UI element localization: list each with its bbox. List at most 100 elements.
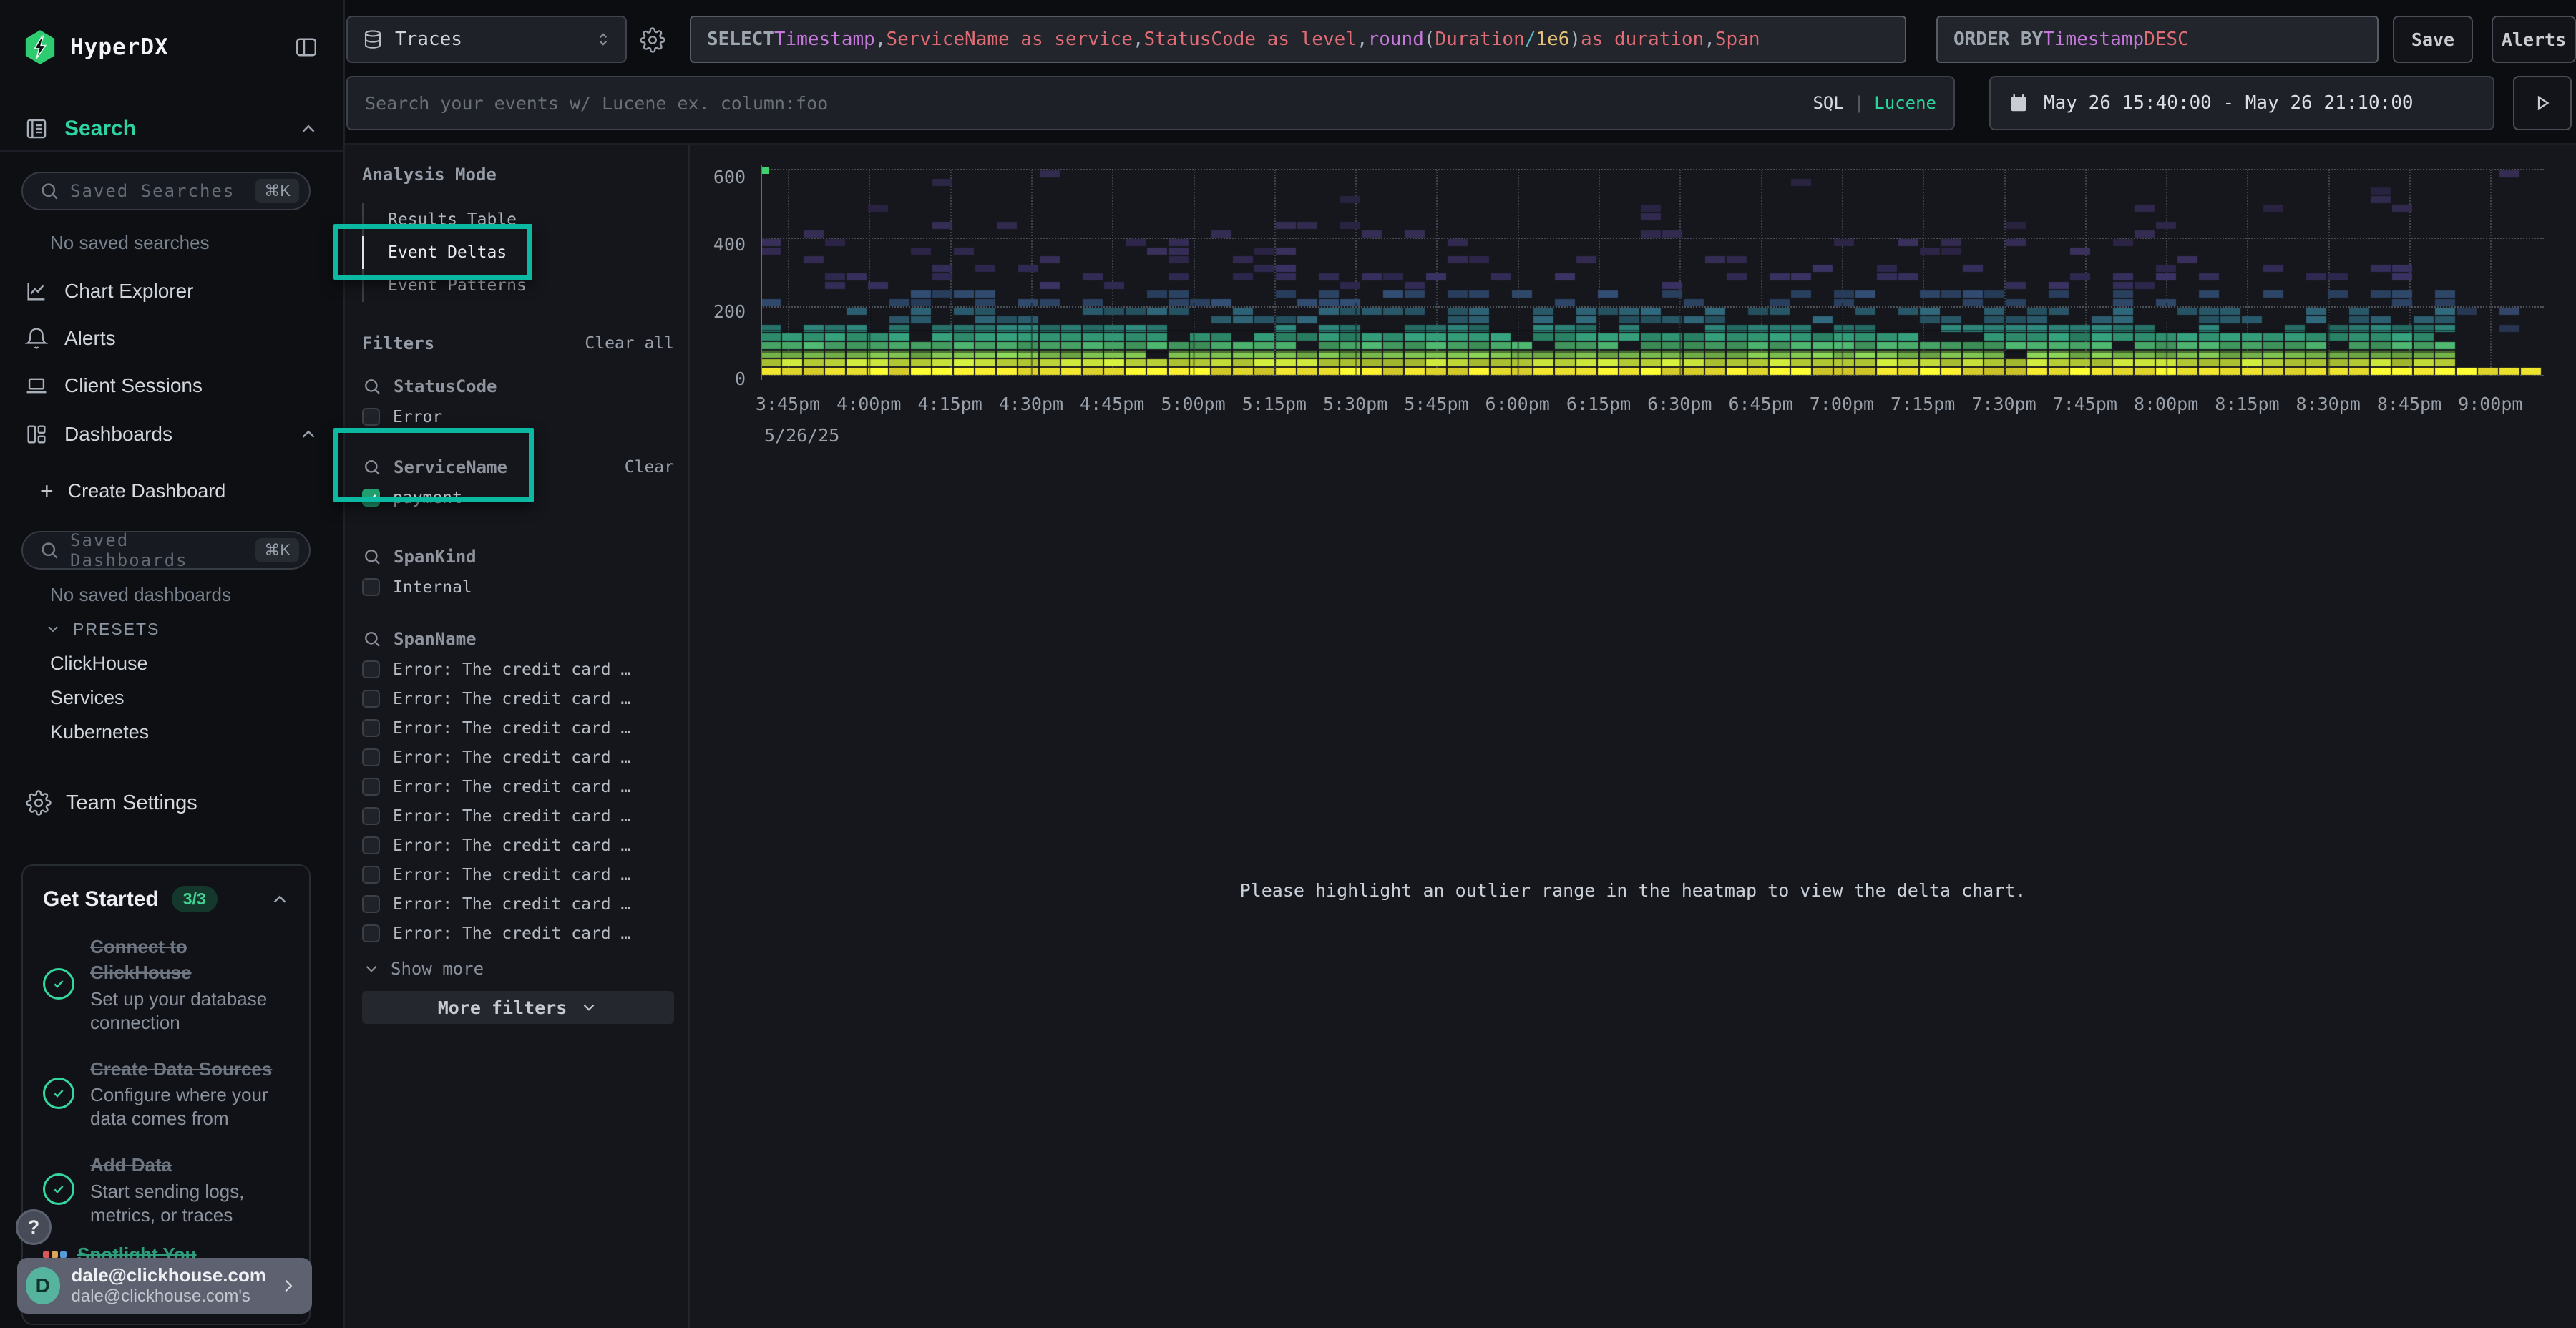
duration-heatmap[interactable] xyxy=(761,170,2544,376)
check-circle-icon xyxy=(43,1173,74,1205)
event-search-input[interactable]: Search your events w/ Lucene ex. column:… xyxy=(346,76,1955,130)
create-dashboard-button[interactable]: + Create Dashboard xyxy=(40,477,225,505)
filter-option[interactable]: Error: The credit card … xyxy=(362,684,674,713)
sql-select-editor[interactable]: SELECT Timestamp, ServiceName as service… xyxy=(690,16,1906,63)
language-lucene-option[interactable]: Lucene xyxy=(1874,93,1936,113)
source-select[interactable]: Traces xyxy=(346,16,627,63)
presets-toggle[interactable]: PRESETS xyxy=(44,617,160,641)
sql-token: , xyxy=(1357,29,1368,50)
sidebar-item-team-settings[interactable]: Team Settings xyxy=(26,787,197,819)
chevron-up-icon xyxy=(298,424,319,445)
chevron-up-icon xyxy=(298,118,319,140)
saved-dashboards-placeholder: Saved Dashboards xyxy=(70,530,245,570)
checkbox-unchecked[interactable] xyxy=(362,924,380,942)
sidebar-item-dashboards[interactable]: Dashboards xyxy=(24,419,319,449)
no-saved-dashboards-text: No saved dashboards xyxy=(50,584,231,606)
y-tick-label: 0 xyxy=(690,368,746,389)
sidebar-preset-clickhouse[interactable]: ClickHouse xyxy=(50,650,148,677)
filter-option-label: Error: The credit card … xyxy=(393,748,630,767)
checkbox-unchecked[interactable] xyxy=(362,836,380,854)
analysis-mode-option-results-table[interactable]: Results Table xyxy=(362,203,674,236)
filter-option[interactable]: Error xyxy=(362,402,674,431)
get-started-header[interactable]: Get Started 3/3 xyxy=(43,886,291,912)
show-more-link[interactable]: Show more xyxy=(362,958,674,980)
time-range-picker[interactable]: May 26 15:40:00 - May 26 21:10:00 xyxy=(1989,76,2494,130)
get-started-task[interactable]: Add DataStart sending logs, metrics, or … xyxy=(43,1152,291,1226)
checkbox-unchecked[interactable] xyxy=(362,660,380,678)
filter-option[interactable]: Error: The credit card … xyxy=(362,713,674,743)
search-icon xyxy=(362,376,382,396)
checkbox-unchecked[interactable] xyxy=(362,778,380,796)
checkbox-unchecked[interactable] xyxy=(362,895,380,913)
check-icon xyxy=(52,977,65,990)
heatmap-highlight-dot xyxy=(762,167,769,174)
sidebar-item-client-sessions[interactable]: Client Sessions xyxy=(24,371,319,401)
filter-option[interactable]: Internal xyxy=(362,572,674,602)
search-icon xyxy=(39,540,60,561)
x-tick-label: 5:30pm xyxy=(1323,394,1387,414)
analysis-mode-option-event-patterns[interactable]: Event Patterns xyxy=(362,269,674,302)
search-icon xyxy=(362,629,382,649)
filter-group-name[interactable]: ServiceName xyxy=(394,457,507,477)
sidebar-collapse-icon[interactable] xyxy=(293,34,319,60)
analysis-mode-option-event-deltas[interactable]: Event Deltas xyxy=(362,236,674,269)
help-button[interactable]: ? xyxy=(16,1209,52,1245)
language-sql-option[interactable]: SQL xyxy=(1813,93,1843,113)
checkbox-checked[interactable] xyxy=(362,489,380,507)
alerts-button[interactable]: Alerts xyxy=(2492,16,2576,63)
sql-token: , xyxy=(1133,29,1144,50)
filter-group-name[interactable]: SpanKind xyxy=(394,547,477,567)
chevron-right-icon xyxy=(278,1275,299,1297)
filter-option[interactable]: payment xyxy=(362,483,674,512)
heatmap-canvas[interactable] xyxy=(761,170,2544,376)
more-filters-button[interactable]: More filters xyxy=(362,991,674,1024)
filter-option[interactable]: Error: The credit card … xyxy=(362,772,674,801)
analysis-mode-header: Analysis Mode xyxy=(362,165,674,185)
filter-option-label: Error: The credit card … xyxy=(393,866,630,884)
get-started-task[interactable]: Connect to ClickHouseSet up your databas… xyxy=(43,934,291,1035)
checkbox-unchecked[interactable] xyxy=(362,748,380,766)
x-tick-label: 6:00pm xyxy=(1485,394,1550,414)
team-settings-label: Team Settings xyxy=(66,791,197,815)
create-dashboard-label: Create Dashboard xyxy=(68,480,226,502)
filter-option[interactable]: Error: The credit card … xyxy=(362,919,674,948)
user-profile-chip[interactable]: D dale@clickhouse.com dale@clickhouse.co… xyxy=(17,1258,312,1314)
filter-option[interactable]: Error: The credit card … xyxy=(362,801,674,831)
clear-filter-link[interactable]: Clear xyxy=(625,458,674,477)
filter-option-label: Error: The credit card … xyxy=(393,895,630,914)
filter-option[interactable]: Error: The credit card … xyxy=(362,889,674,919)
filter-group-name[interactable]: SpanName xyxy=(394,629,477,649)
x-tick-label: 8:45pm xyxy=(2377,394,2441,414)
checkbox-unchecked[interactable] xyxy=(362,578,380,596)
source-settings-gear-icon[interactable] xyxy=(640,27,665,53)
checkbox-unchecked[interactable] xyxy=(362,690,380,708)
sql-token: DESC xyxy=(2144,29,2189,50)
sql-token: Span xyxy=(1715,29,1760,50)
nav-label: Alerts xyxy=(64,327,116,350)
filter-option[interactable]: Error: The credit card … xyxy=(362,831,674,860)
sidebar-preset-kubernetes[interactable]: Kubernetes xyxy=(50,718,149,746)
filter-option[interactable]: Error: The credit card … xyxy=(362,743,674,772)
sidebar-preset-services[interactable]: Services xyxy=(50,684,125,711)
save-button[interactable]: Save xyxy=(2393,16,2473,63)
sql-orderby-editor[interactable]: ORDER BY Timestamp DESC xyxy=(1936,16,2379,63)
saved-searches-input[interactable]: Saved Searches ⌘K xyxy=(21,172,311,210)
x-tick-label: 8:30pm xyxy=(2296,394,2361,414)
checkbox-unchecked[interactable] xyxy=(362,408,380,426)
clear-all-filters-link[interactable]: Clear all xyxy=(585,334,674,353)
filter-option[interactable]: Error: The credit card … xyxy=(362,860,674,889)
x-tick-label: 8:00pm xyxy=(2134,394,2198,414)
sidebar-item-alerts[interactable]: Alerts xyxy=(24,323,319,353)
filter-group-name[interactable]: StatusCode xyxy=(394,376,497,396)
filter-option[interactable]: Error: The credit card … xyxy=(362,655,674,684)
play-icon xyxy=(2532,92,2553,114)
get-started-task[interactable]: Create Data SourcesConfigure where your … xyxy=(43,1056,291,1131)
sidebar-item-search[interactable]: Search xyxy=(24,113,319,145)
sidebar-item-chart-explorer[interactable]: Chart Explorer xyxy=(24,276,319,306)
run-query-button[interactable] xyxy=(2513,76,2572,130)
saved-dashboards-input[interactable]: Saved Dashboards ⌘K xyxy=(21,531,311,570)
checkbox-unchecked[interactable] xyxy=(362,807,380,825)
search-icon xyxy=(39,180,60,202)
checkbox-unchecked[interactable] xyxy=(362,866,380,884)
checkbox-unchecked[interactable] xyxy=(362,719,380,737)
